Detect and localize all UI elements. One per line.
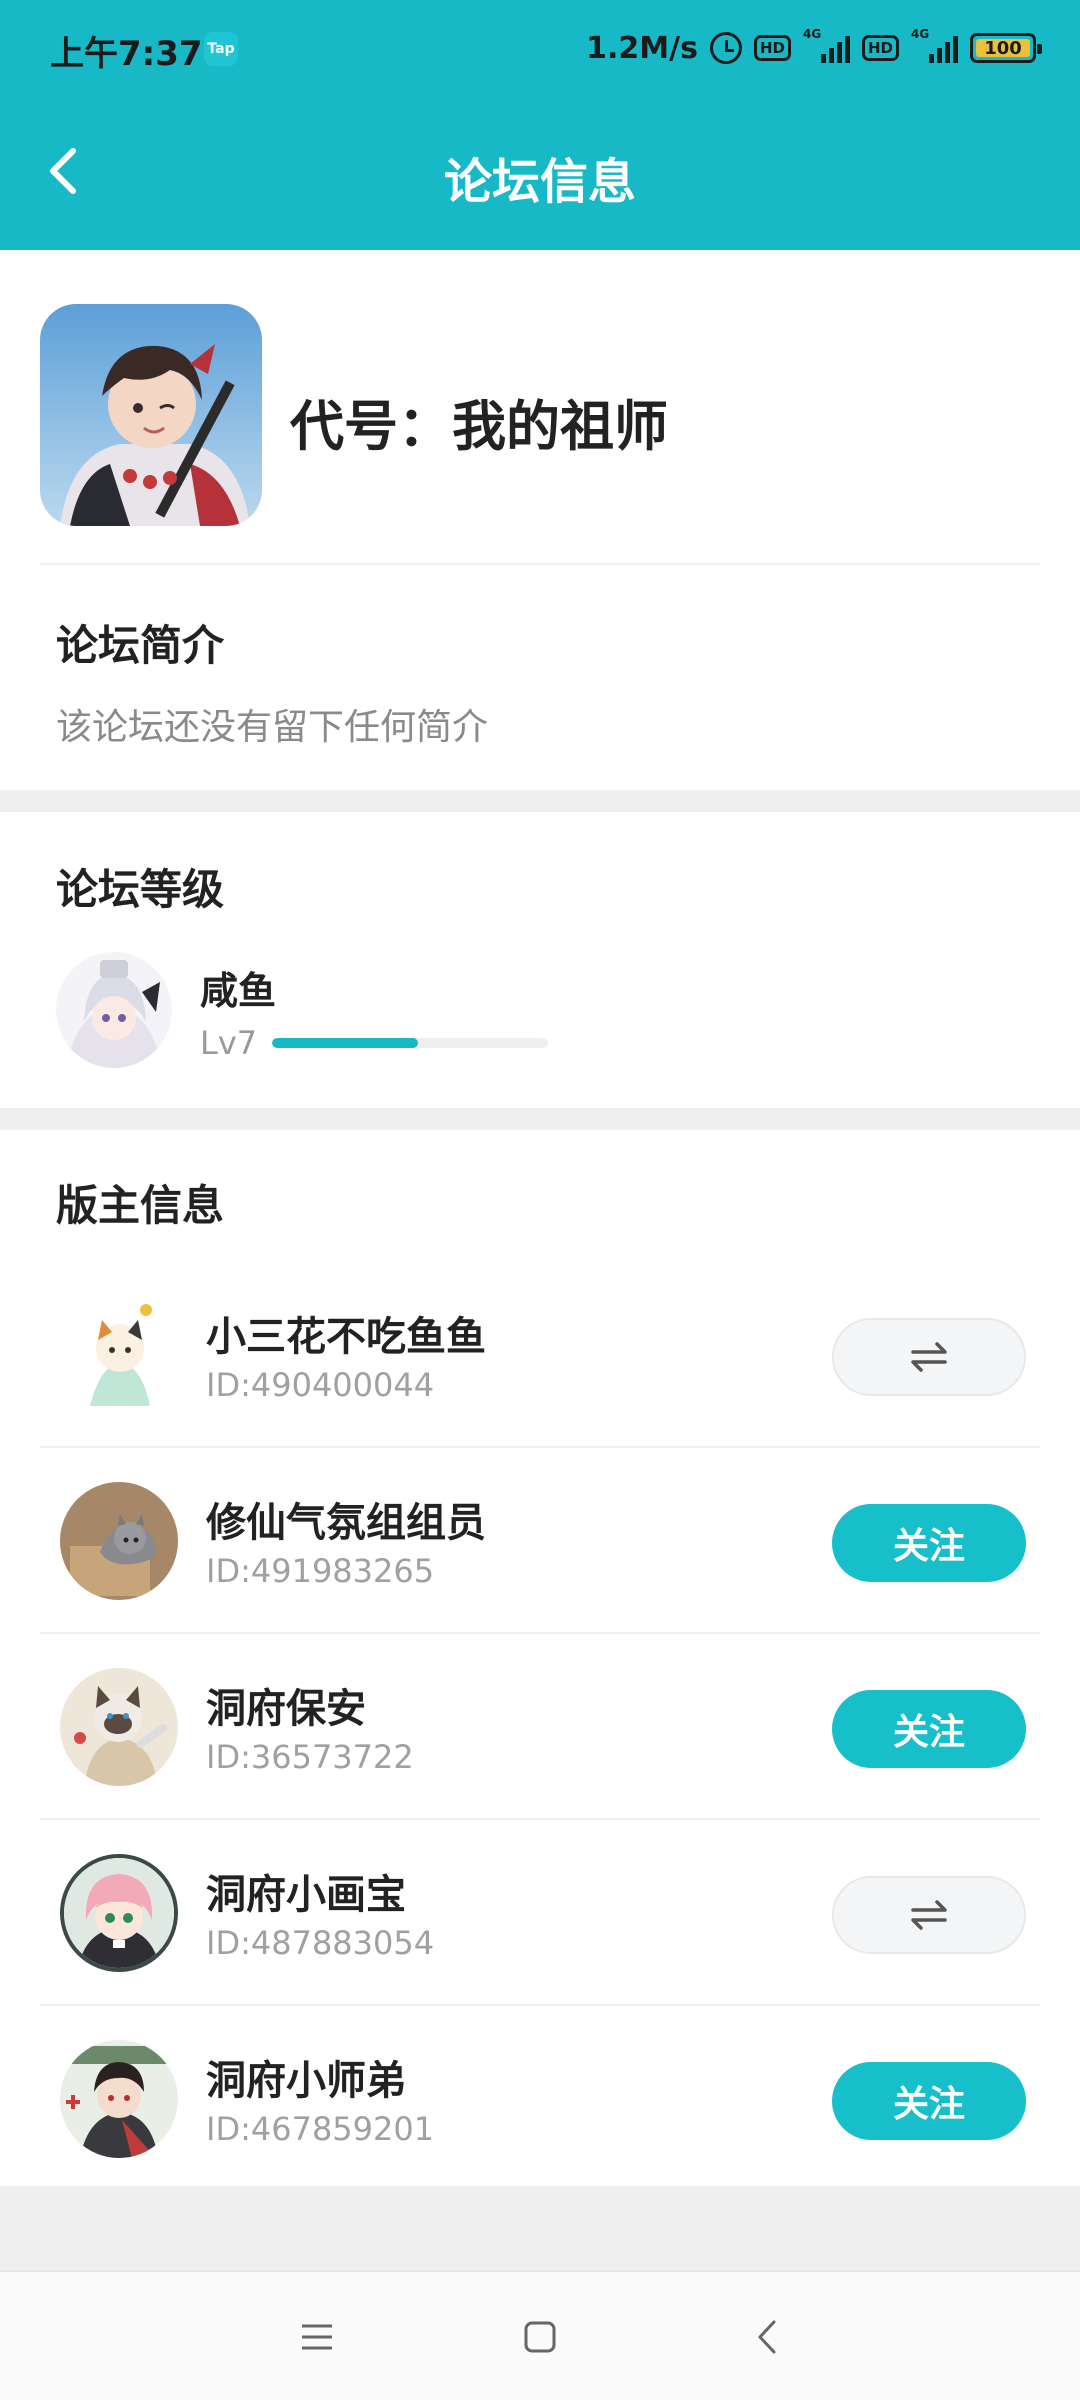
- battery-icon: 100: [970, 33, 1042, 63]
- moderators-title: 版主信息: [56, 1181, 225, 1230]
- status-indicators: 1.2M/s HD 4G HD 4G 100: [586, 26, 1042, 70]
- moderator-name: 洞府小师弟: [206, 2058, 406, 2104]
- moderator-name: 修仙气氛组组员: [206, 1500, 486, 1546]
- moderator-name: 洞府小画宝: [206, 1872, 406, 1918]
- forum-info-page: 上午7:37 Tap 1.2M/s HD 4G HD 4G 100 论坛信息 代…: [0, 0, 1080, 2400]
- moderator-avatar[interactable]: [60, 1296, 178, 1414]
- moderator-avatar[interactable]: [60, 2040, 178, 2158]
- follow-button[interactable]: 关注: [832, 2062, 1026, 2140]
- intro-title: 论坛简介: [56, 621, 225, 670]
- level-name: 咸鱼: [200, 969, 277, 1013]
- divider: [40, 563, 1040, 565]
- signal-icon-1: 4G: [803, 27, 850, 63]
- network-type-2: 4G: [911, 27, 930, 41]
- section-gap: [0, 790, 1080, 812]
- moderator-row[interactable]: 修仙气氛组组员 ID:491983265 关注: [40, 1448, 1040, 1634]
- moderator-row[interactable]: 小三花不吃鱼鱼 ID:490400044: [40, 1262, 1040, 1448]
- mutual-follow-icon: [911, 1900, 947, 1930]
- level-number: Lv7: [200, 1024, 258, 1062]
- moderator-id: ID:491983265: [206, 1552, 435, 1590]
- moderator-avatar[interactable]: [60, 1854, 178, 1972]
- moderator-id: ID:487883054: [206, 1924, 435, 1962]
- tap-app-icon: Tap: [204, 32, 238, 66]
- level-title: 论坛等级: [56, 865, 225, 914]
- battery-level: 100: [984, 37, 1022, 59]
- alarm-icon: [709, 32, 742, 64]
- network-speed: 1.2M/s: [586, 30, 698, 66]
- system-nav-bar: [0, 2270, 1080, 2400]
- level-progress-bar: [272, 1038, 548, 1048]
- mutual-follow-icon: [911, 1342, 947, 1372]
- moderator-row[interactable]: 洞府小画宝 ID:487883054: [40, 1820, 1040, 2006]
- mutual-follow-button[interactable]: [832, 1876, 1026, 1954]
- signal-icon-2: 4G: [911, 27, 958, 63]
- menu-icon: [302, 2324, 332, 2350]
- top-bar: 上午7:37 Tap 1.2M/s HD 4G HD 4G 100 论坛信息: [0, 0, 1080, 250]
- home-nav-button[interactable]: [500, 2302, 580, 2372]
- moderator-row[interactable]: 洞府小师弟 ID:467859201 关注: [40, 2006, 1040, 2192]
- app-header: 论坛信息: [0, 96, 1080, 250]
- moderator-avatar[interactable]: [60, 1482, 178, 1600]
- back-nav-button[interactable]: [727, 2302, 807, 2372]
- network-type-1: 4G: [802, 27, 822, 41]
- moderator-row[interactable]: 洞府保安 ID:36573722 关注: [40, 1634, 1040, 1820]
- hd-badge-1: HD: [753, 35, 791, 61]
- level-progress-fill: [272, 1038, 419, 1048]
- menu-nav-button[interactable]: [277, 2302, 357, 2372]
- forum-summary: 代号：我的祖师: [0, 250, 1080, 565]
- bottom-gap: [0, 2186, 1080, 2270]
- moderator-id: ID:36573722: [206, 1738, 414, 1776]
- forum-avatar[interactable]: [40, 304, 262, 526]
- moderator-avatar[interactable]: [60, 1668, 178, 1786]
- forum-name: 代号：我的祖师: [290, 395, 668, 458]
- moderator-name: 洞府保安: [206, 1686, 366, 1732]
- intro-text: 该论坛还没有留下任何简介: [56, 707, 489, 748]
- section-gap: [0, 1108, 1080, 1130]
- back-triangle-icon: [758, 2320, 776, 2354]
- moderator-id: ID:490400044: [206, 1366, 435, 1404]
- page-title: 论坛信息: [443, 154, 636, 210]
- level-badge-avatar: [56, 952, 172, 1068]
- hd-badge-2: HD: [861, 35, 899, 61]
- status-bar: 上午7:37 Tap 1.2M/s HD 4G HD 4G 100: [0, 0, 1080, 96]
- mutual-follow-button[interactable]: [832, 1318, 1026, 1396]
- moderator-id: ID:467859201: [206, 2110, 435, 2148]
- follow-button[interactable]: 关注: [832, 1690, 1026, 1768]
- status-time: 上午7:37: [50, 34, 203, 74]
- moderator-name: 小三花不吃鱼鱼: [206, 1314, 486, 1360]
- follow-button[interactable]: 关注: [832, 1504, 1026, 1582]
- home-square-icon: [524, 2321, 556, 2353]
